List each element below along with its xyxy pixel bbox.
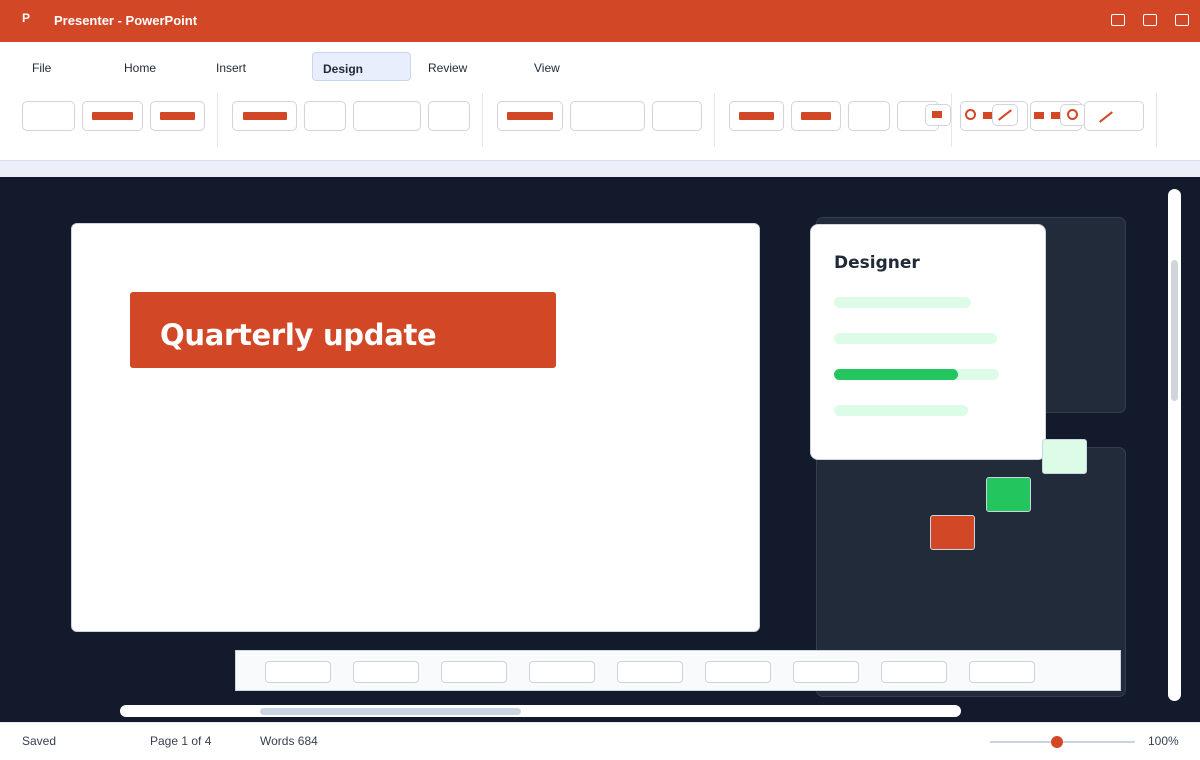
tab-review[interactable]: Review [418,52,477,81]
minimize-icon[interactable] [1111,14,1125,26]
ribbon-divider [482,93,483,147]
slide-thumbnail[interactable] [353,661,419,683]
ribbon-button-glyph [739,112,774,120]
word-count: Words 684 [260,734,318,748]
slide-thumbnail[interactable] [441,661,507,683]
slide-thumbnail[interactable] [705,661,771,683]
ribbon-button-glyph [801,112,831,120]
designer-bar [834,405,968,416]
tab-home[interactable]: Home [114,52,166,81]
designer-bar [834,369,999,380]
zoom-slider-handle[interactable] [1050,736,1063,748]
ribbon-button-glyph [243,112,287,120]
horizontal-scrollbar[interactable] [120,705,961,717]
ribbon-button[interactable] [652,101,702,131]
maximize-icon[interactable] [1143,14,1157,26]
vertical-scrollbar-thumb[interactable] [1171,260,1178,401]
tab-view[interactable]: View [524,52,570,81]
tab-design[interactable]: Design [312,52,411,81]
slide-thumbnail[interactable] [617,661,683,683]
designer-bar [834,297,971,308]
ribbon-button[interactable] [353,101,421,131]
color-swatch-light-green[interactable] [1042,439,1087,474]
ribbon-button[interactable] [1084,101,1144,131]
zoom-slider[interactable] [990,741,1135,743]
slide-canvas[interactable] [71,223,760,632]
ribbon-button[interactable] [570,101,645,131]
designer-title: Designer [834,253,920,273]
fill-glyph [932,111,942,118]
slide-thumbnail[interactable] [881,661,947,683]
ribbon-divider [714,93,715,147]
slide-thumbnail[interactable] [529,661,595,683]
close-icon[interactable] [1175,14,1189,26]
slide-thumbnail[interactable] [793,661,859,683]
zoom-level[interactable]: 100% [1148,734,1179,748]
tab-insert[interactable]: Insert [206,52,256,81]
slide-thumbnail[interactable] [969,661,1035,683]
ribbon-divider [217,93,218,147]
save-status: Saved [22,734,57,748]
ribbon-button[interactable] [304,101,346,131]
designer-bar-fill [834,369,958,380]
ribbon-divider [1156,93,1157,147]
color-swatch-green[interactable] [986,477,1031,512]
ribbon-button[interactable] [22,101,75,131]
designer-bar [834,333,997,344]
ribbon-footer [0,160,1200,177]
slide-title[interactable]: Quarterly update [160,318,437,352]
ribbon-button-glyph [160,112,195,120]
tab-file[interactable]: File [22,52,61,81]
app-logo-icon: P [22,11,31,25]
ribbon-button-glyph [507,112,553,120]
ribbon-divider [951,93,952,147]
slide-thumbnail[interactable] [265,661,331,683]
color-swatch-orange[interactable] [930,515,975,550]
fill-glyph [1034,112,1044,119]
circle-shape-icon [1067,109,1078,120]
window-title: Presenter - PowerPoint [54,13,198,28]
page-indicator: Page 1 of 4 [150,734,212,748]
ribbon-button[interactable] [848,101,890,131]
ribbon-button-glyph [92,112,133,120]
circle-shape-icon [965,109,976,120]
ribbon-button[interactable] [428,101,470,131]
horizontal-scrollbar-thumb[interactable] [260,708,521,715]
